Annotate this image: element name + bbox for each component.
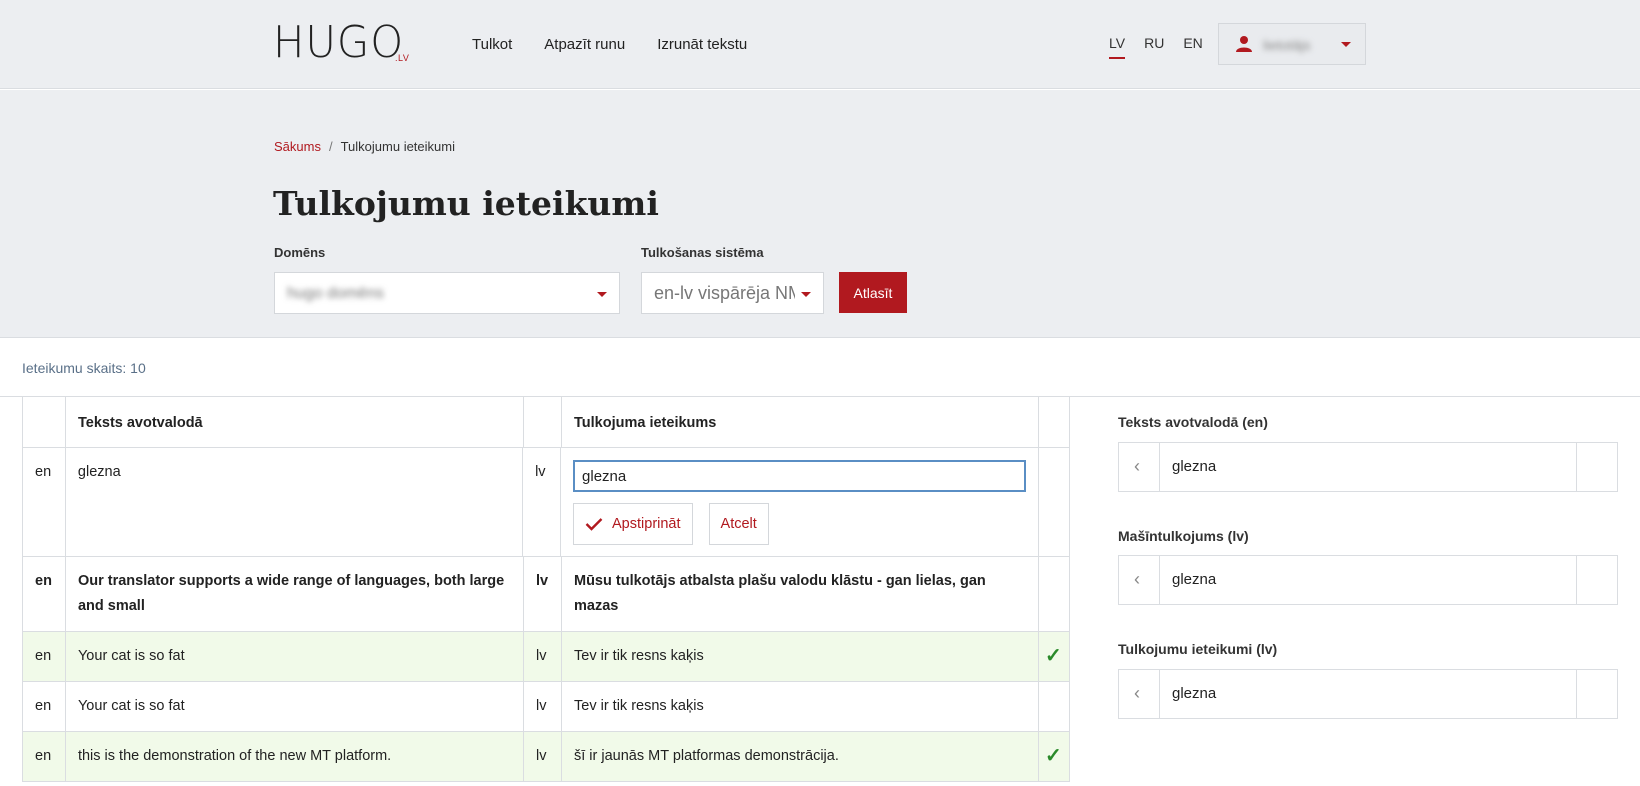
src-lang: en bbox=[23, 448, 66, 556]
side-mt-next-button[interactable] bbox=[1576, 556, 1617, 604]
check-icon bbox=[585, 518, 603, 531]
page-title: Tulkojumu ieteikumi bbox=[273, 184, 659, 223]
main-nav: Tulkot Atpazīt runu Izrunāt tekstu bbox=[472, 36, 779, 53]
user-name: lietotājs bbox=[1263, 37, 1311, 53]
system-select[interactable]: en-lv vispārēja NMT bbox=[641, 272, 824, 314]
breadcrumb-separator: / bbox=[328, 139, 333, 154]
language-switcher: LV RU EN bbox=[1109, 35, 1222, 59]
user-icon bbox=[1236, 36, 1252, 52]
suggestion-count: Ieteikumu skaits: 10 bbox=[22, 360, 146, 376]
domain-select-value: hugo domēns bbox=[287, 285, 384, 302]
hugo-logo[interactable]: HUGO .LV bbox=[273, 17, 411, 68]
table-row[interactable]: en Your cat is so fat lv Tev ir tik resn… bbox=[23, 682, 1069, 732]
edit-actions: Apstiprināt Atcelt bbox=[573, 503, 1026, 545]
suggestion-input[interactable] bbox=[573, 460, 1027, 492]
breadcrumb: Sākums / Tulkojumu ieteikumi bbox=[274, 139, 455, 154]
side-mt-text: glezna bbox=[1172, 571, 1217, 588]
lang-lv[interactable]: LV bbox=[1109, 35, 1126, 59]
row-status bbox=[1039, 682, 1069, 731]
lang-ru[interactable]: RU bbox=[1144, 35, 1164, 59]
tgt-lang: lv bbox=[524, 557, 562, 631]
header-source-text: Teksts avotvalodā bbox=[66, 397, 525, 447]
row-status: ✓ bbox=[1039, 632, 1069, 681]
suggestion-text: Tev ir tik resns kaķis bbox=[562, 632, 1040, 681]
side-suggest-next-button[interactable] bbox=[1576, 670, 1617, 718]
source-text: this is the demonstration of the new MT … bbox=[66, 732, 525, 781]
user-menu-button[interactable]: lietotājs bbox=[1218, 23, 1366, 65]
side-suggest-prev-button[interactable]: ‹ bbox=[1119, 670, 1160, 718]
logo-suffix: .LV bbox=[395, 53, 410, 63]
source-text: Your cat is so fat bbox=[66, 682, 525, 731]
breadcrumb-home[interactable]: Sākums bbox=[274, 139, 321, 154]
lang-en[interactable]: EN bbox=[1183, 35, 1202, 59]
source-text: Your cat is so fat bbox=[66, 632, 525, 681]
table-header-row: Teksts avotvalodā Tulkojuma ieteikums bbox=[23, 397, 1069, 448]
side-mt-label: Mašīntulkojums (lv) bbox=[1118, 528, 1249, 544]
suggestion-text: šī ir jaunās MT platformas demonstrācija… bbox=[562, 732, 1040, 781]
side-source-text: glezna bbox=[1172, 458, 1217, 475]
table-row-approved[interactable]: en Your cat is so fat lv Tev ir tik resn… bbox=[23, 632, 1069, 682]
suggestion-text: Tev ir tik resns kaķis bbox=[562, 682, 1040, 731]
header-status bbox=[1039, 397, 1069, 447]
side-source-next-button[interactable] bbox=[1576, 443, 1617, 491]
tgt-lang: lv bbox=[523, 448, 562, 556]
suggestions-table: Teksts avotvalodā Tulkojuma ieteikums en… bbox=[22, 397, 1070, 782]
src-lang: en bbox=[23, 557, 66, 631]
approved-check-icon: ✓ bbox=[1045, 645, 1062, 667]
nav-text-to-speech[interactable]: Izrunāt tekstu bbox=[657, 36, 747, 53]
side-mt-box: ‹ glezna bbox=[1118, 555, 1618, 605]
side-suggest-box: ‹ glezna bbox=[1118, 669, 1618, 719]
side-source-box: ‹ glezna bbox=[1118, 442, 1618, 492]
src-lang: en bbox=[23, 682, 66, 731]
chevron-down-icon bbox=[597, 292, 607, 297]
chevron-down-icon bbox=[801, 292, 811, 297]
side-suggest-text: glezna bbox=[1172, 685, 1217, 702]
row-status: ✓ bbox=[1039, 732, 1069, 781]
system-label: Tulkošanas sistēma bbox=[641, 245, 764, 260]
domain-select[interactable]: hugo domēns bbox=[274, 272, 620, 314]
tgt-lang: lv bbox=[524, 632, 562, 681]
source-text: Our translator supports a wide range of … bbox=[66, 557, 525, 631]
tgt-lang: lv bbox=[524, 682, 562, 731]
nav-translate[interactable]: Tulkot bbox=[472, 36, 512, 53]
approve-button[interactable]: Apstiprināt bbox=[573, 503, 693, 545]
row-status bbox=[1039, 448, 1069, 556]
header-suggestion: Tulkojuma ieteikums bbox=[562, 397, 1040, 447]
chevron-left-icon: ‹ bbox=[1134, 456, 1140, 476]
chevron-left-icon: ‹ bbox=[1134, 569, 1140, 589]
header-src-lang bbox=[23, 397, 66, 447]
side-suggest-label: Tulkojumu ieteikumi (lv) bbox=[1118, 641, 1278, 657]
chevron-left-icon: ‹ bbox=[1134, 683, 1140, 703]
logo-text: HUGO bbox=[273, 17, 405, 68]
filter-submit-button[interactable]: Atlasīt bbox=[839, 272, 907, 313]
system-select-value: en-lv vispārēja NMT bbox=[654, 283, 795, 303]
cancel-button[interactable]: Atcelt bbox=[708, 503, 769, 545]
src-lang: en bbox=[23, 632, 66, 681]
breadcrumb-current: Tulkojumu ieteikumi bbox=[340, 139, 455, 154]
suggestion-text: Mūsu tulkotājs atbalsta plašu valodu klā… bbox=[562, 557, 1040, 631]
top-header: HUGO .LV Tulkot Atpazīt runu Izrunāt tek… bbox=[0, 0, 1640, 89]
approve-label: Apstiprināt bbox=[612, 516, 681, 532]
page-hero: Sākums / Tulkojumu ieteikumi Tulkojumu iet… bbox=[0, 90, 1640, 338]
side-mt-prev-button[interactable]: ‹ bbox=[1119, 556, 1160, 604]
table-row[interactable]: en Our translator supports a wide range … bbox=[23, 557, 1069, 632]
side-source-label: Teksts avotvalodā (en) bbox=[1118, 414, 1268, 430]
header-tgt-lang bbox=[524, 397, 562, 447]
chevron-down-icon bbox=[1341, 42, 1351, 47]
suggestion-editor: Apstiprināt Atcelt bbox=[561, 448, 1040, 556]
table-row-editing[interactable]: en glezna lv Apstiprināt Atcelt bbox=[23, 448, 1069, 557]
domain-label: Domēns bbox=[274, 245, 326, 260]
src-lang: en bbox=[23, 732, 66, 781]
source-text: glezna bbox=[66, 448, 524, 556]
table-row-approved[interactable]: en this is the demonstration of the new … bbox=[23, 732, 1069, 782]
side-source-prev-button[interactable]: ‹ bbox=[1119, 443, 1160, 491]
row-status bbox=[1039, 557, 1069, 631]
tgt-lang: lv bbox=[524, 732, 562, 781]
nav-speech-recognition[interactable]: Atpazīt runu bbox=[544, 36, 625, 53]
approved-check-icon: ✓ bbox=[1045, 745, 1062, 767]
